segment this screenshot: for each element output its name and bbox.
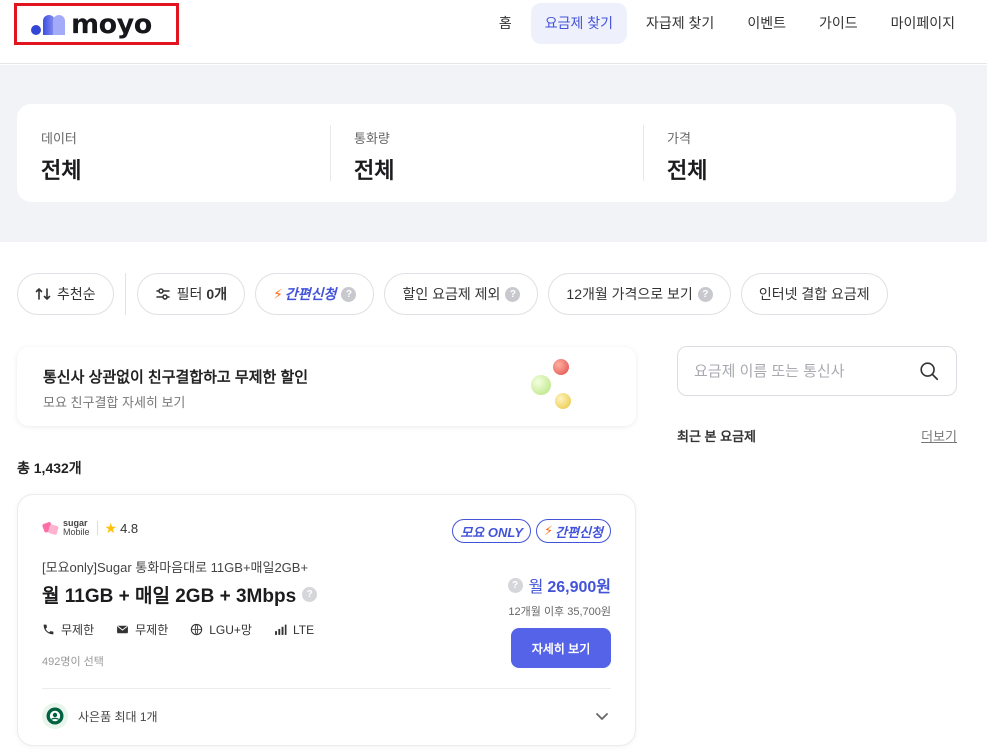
sugar-logo-icon: [42, 522, 59, 535]
friends-illustration-icon: [531, 357, 581, 417]
nav-unlocked-phones[interactable]: 자급제 찾기: [632, 3, 728, 44]
nav-home[interactable]: 홈: [485, 3, 526, 44]
price-filter[interactable]: 가격 전체: [643, 104, 956, 202]
globe-icon: [191, 623, 203, 636]
filter-label: 필터: [176, 286, 203, 302]
data-filter-value: 전체: [41, 158, 82, 183]
price-after-12-months: 12개월 이후 35,700원: [508, 606, 611, 618]
logo[interactable]: moyo: [14, 3, 179, 45]
rating-value: 4.8: [120, 520, 139, 536]
nav-my-page[interactable]: 마이페이지: [877, 3, 969, 44]
search-input[interactable]: [694, 362, 918, 380]
price-filter-label: 가격: [667, 131, 691, 146]
price-filter-value: 전체: [667, 158, 708, 183]
phone-icon: [43, 624, 54, 635]
chip-divider: [124, 273, 126, 315]
data-filter[interactable]: 데이터 전체: [17, 104, 330, 202]
call-filter[interactable]: 통화량 전체: [330, 104, 643, 202]
easy-apply-label: 간편신청: [284, 286, 337, 302]
help-icon[interactable]: ?: [302, 587, 318, 602]
easy-apply-chip[interactable]: ⚡ 간편신청 ?: [255, 273, 375, 315]
exclude-discount-label: 할인 요금제 제외: [402, 286, 501, 302]
help-icon[interactable]: ?: [697, 286, 713, 302]
plan-specs: 무제한 무제한 LGU+망 LTE: [42, 621, 336, 638]
nav-guide[interactable]: 가이드: [805, 3, 872, 44]
selection-count: 492명이 선택: [42, 656, 104, 668]
starbucks-gift-icon: [42, 703, 68, 729]
spec-sms-value: 무제한: [135, 623, 169, 637]
spec-network: LGU+망: [190, 621, 252, 638]
nav-events[interactable]: 이벤트: [733, 3, 800, 44]
easy-apply-badge-label: 간편신청: [555, 524, 603, 540]
bolt-icon: ⚡: [544, 523, 554, 538]
banner-title: 통신사 상관없이 친구결합하고 무제한 할인: [43, 369, 309, 386]
moyo-only-badge: 모요 ONLY: [452, 519, 532, 543]
internet-combo-chip[interactable]: 인터넷 결합 요금제: [740, 273, 888, 315]
sort-chip[interactable]: 추천순: [17, 273, 114, 315]
gift-row[interactable]: 사은품 최대 1개: [42, 703, 158, 729]
data-filter-label: 데이터: [41, 131, 77, 146]
logo-text: moyo: [71, 8, 152, 40]
help-icon[interactable]: ?: [507, 577, 523, 593]
main-nav: 홈 요금제 찾기 자급제 찾기 이벤트 가이드 마이페이지: [480, 3, 969, 44]
carrier-brand: sugar Mobile ★ 4.8: [42, 519, 138, 537]
plan-title-text: 월 11GB + 매일 2GB + 3Mbps: [42, 586, 297, 607]
easy-apply-badge: ⚡ 간편신청: [536, 519, 611, 543]
brand-divider: [96, 521, 98, 535]
spec-sms: 무제한: [116, 621, 168, 638]
rating: ★ 4.8: [105, 520, 139, 537]
plan-card[interactable]: sugar Mobile ★ 4.8 모요 ONLY ⚡ 간편신청 [모요only]S…: [17, 494, 636, 746]
moyo-logo-icon: [31, 11, 67, 37]
call-filter-label: 통화량: [354, 131, 390, 146]
star-icon: ★: [104, 519, 118, 536]
help-icon[interactable]: ?: [341, 286, 357, 302]
banner-subtitle: 모요 친구결합 자세히 보기: [43, 395, 186, 410]
friend-combo-banner[interactable]: 통신사 상관없이 친구결합하고 무제한 할인 모요 친구결합 자세히 보기: [17, 347, 636, 426]
sugar-mobile-logo: sugar Mobile: [42, 519, 90, 537]
price-box: ? 월 26,900원 12개월 이후 35,700원: [507, 573, 611, 619]
call-filter-value: 전체: [354, 158, 395, 183]
filter-count: 0개: [206, 286, 228, 302]
card-divider: [42, 688, 611, 689]
filter-sliders-icon: [155, 288, 170, 300]
plan-title: 월 11GB + 매일 2GB + 3Mbps ?: [42, 581, 318, 608]
price-value: 26,900원: [547, 579, 611, 596]
recent-plans-title: 최근 본 요금제: [677, 429, 756, 444]
filter-summary-band: 데이터 전체 통화량 전체 가격 전체: [0, 65, 987, 242]
recent-plans-header: 최근 본 요금제 더보기: [677, 426, 957, 445]
spec-type: LTE: [274, 621, 314, 638]
spec-call-value: 무제한: [61, 623, 95, 637]
twelve-month-label: 12개월 가격으로 보기: [566, 286, 693, 302]
view-details-button[interactable]: 자세히 보기: [511, 628, 611, 668]
plan-badges: 모요 ONLY ⚡ 간편신청: [447, 519, 611, 543]
filter-chip[interactable]: 필터 0개: [136, 273, 246, 315]
nav-plan-finder[interactable]: 요금제 찾기: [530, 3, 628, 44]
total-count: 총 1,432개: [17, 460, 82, 476]
twelve-month-price-chip[interactable]: 12개월 가격으로 보기 ?: [548, 273, 731, 315]
internet-combo-label: 인터넷 결합 요금제: [758, 286, 870, 302]
plan-search-box: [677, 346, 957, 396]
spec-call: 무제한: [42, 621, 94, 638]
search-icon[interactable]: [918, 360, 940, 382]
spec-type-value: LTE: [292, 622, 315, 637]
filter-chips: 추천순 필터 0개 ⚡ 간편신청 ? 할인 요금제 제외 ? 12개월 가격으로 …: [17, 273, 898, 315]
brand-line-2: Mobile: [63, 527, 90, 537]
gift-label: 사은품 최대 1개: [78, 709, 158, 724]
filter-summary-card: 데이터 전체 통화량 전체 가격 전체: [17, 104, 956, 202]
signal-icon: [275, 624, 287, 635]
sort-icon: [35, 288, 51, 300]
bolt-icon: ⚡: [273, 285, 283, 302]
plan-name: [모요only]Sugar 통화마음대로 11GB+매일2GB+: [42, 560, 309, 575]
mail-icon: [117, 625, 129, 634]
price-prefix: 월: [528, 579, 544, 596]
top-header: moyo 홈 요금제 찾기 자급제 찾기 이벤트 가이드 마이페이지: [0, 0, 987, 64]
sort-label: 추천순: [57, 286, 96, 302]
chevron-down-icon[interactable]: [595, 709, 609, 723]
spec-network-value: LGU+망: [209, 623, 252, 637]
recent-plans-more-link[interactable]: 더보기: [921, 426, 957, 445]
monthly-price: ? 월 26,900원: [507, 573, 611, 597]
exclude-discount-chip[interactable]: 할인 요금제 제외 ?: [384, 273, 539, 315]
help-icon[interactable]: ?: [505, 286, 521, 302]
